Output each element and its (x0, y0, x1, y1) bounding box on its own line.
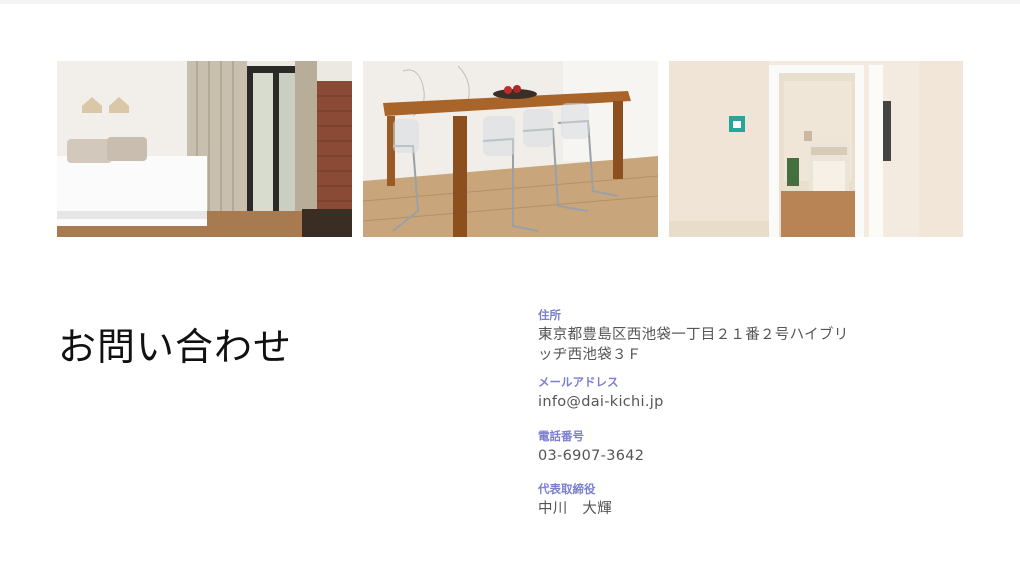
email-value[interactable]: info@dai-kichi.jp (538, 392, 868, 412)
phone-block: 電話番号 03-6907-3642 (538, 429, 868, 466)
bedroom-photo (57, 61, 352, 237)
representative-block: 代表取締役 中川 大輝 (538, 482, 868, 519)
dining-room-photo (363, 61, 658, 237)
email-label: メールアドレス (538, 375, 619, 389)
phone-label: 電話番号 (538, 429, 584, 443)
representative-value: 中川 大輝 (538, 501, 612, 517)
page-title: お問い合わせ (58, 325, 293, 369)
address-line-2: ッヂ西池袋３Ｆ (538, 347, 642, 363)
address-line-1: 東京都豊島区西池袋一丁目２１番２号ハイブリ (538, 327, 849, 343)
top-strip (0, 0, 1020, 4)
hallway-kitchen-photo (669, 61, 963, 237)
phone-value[interactable]: 03-6907-3642 (538, 446, 868, 466)
address-label: 住所 (538, 308, 561, 322)
email-block: メールアドレス info@dai-kichi.jp (538, 375, 868, 412)
address-block: 住所 東京都豊島区西池袋一丁目２１番２号ハイブリ ッヂ西池袋３Ｆ (538, 308, 868, 365)
representative-label: 代表取締役 (538, 482, 596, 496)
photo-gallery (57, 61, 963, 237)
address-value: 東京都豊島区西池袋一丁目２１番２号ハイブリ ッヂ西池袋３Ｆ (538, 325, 868, 365)
